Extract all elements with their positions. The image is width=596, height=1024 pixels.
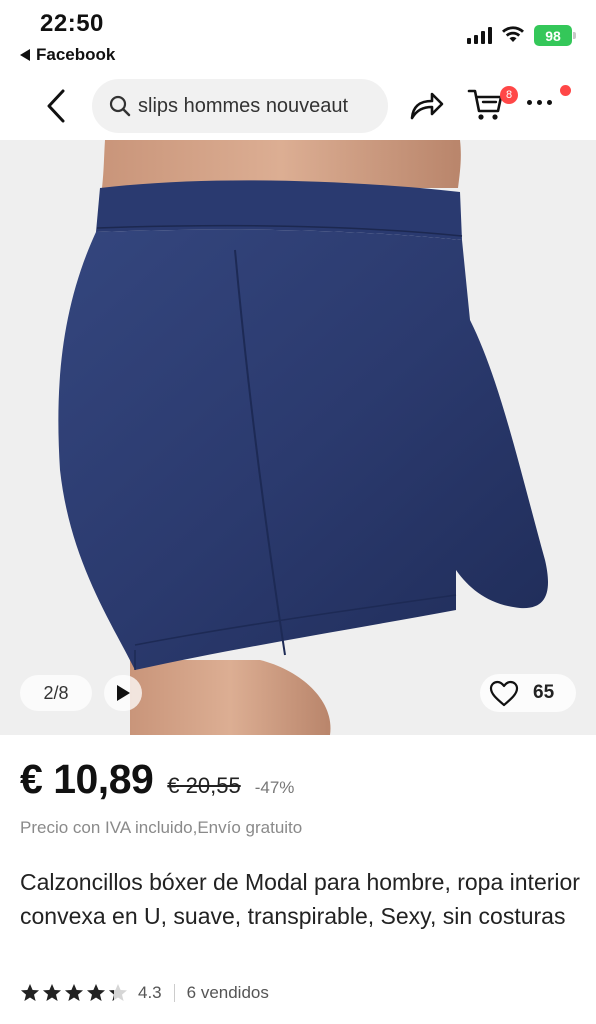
battery-indicator: 98	[534, 25, 576, 46]
star-icon	[65, 984, 83, 1001]
price-row: € 10,89 € 20,55 -47%	[20, 756, 294, 803]
back-button[interactable]	[36, 84, 76, 128]
play-icon	[117, 685, 130, 701]
tax-shipping-note: Precio con IVA incluido,Envío gratuito	[20, 818, 303, 837]
star-icon	[109, 984, 127, 1001]
heart-icon	[489, 680, 519, 706]
status-bar: 22:50 Facebook 98	[0, 0, 596, 70]
rating-row[interactable]: 4.3 6 vendidos	[20, 980, 269, 1006]
back-app-label: Facebook	[36, 45, 116, 64]
star-icon	[43, 984, 61, 1001]
rating-stars	[20, 983, 128, 1003]
product-title: Calzoncillos bóxer de Modal para hombre,…	[20, 869, 580, 929]
cellular-signal-icon	[467, 26, 492, 44]
top-nav-bar: slips hommes nouveaut 8	[0, 76, 596, 136]
image-counter: 2/8	[20, 675, 92, 711]
back-to-app-link[interactable]: Facebook	[20, 45, 115, 65]
wishlist-count: 65	[533, 682, 555, 703]
current-price: € 10,89	[20, 756, 154, 802]
divider	[173, 984, 175, 1002]
wishlist-button[interactable]: 65	[480, 674, 576, 712]
notification-dot	[560, 85, 571, 96]
search-query: slips hommes nouveaut	[138, 94, 349, 117]
share-icon[interactable]	[408, 88, 446, 122]
more-icon[interactable]	[527, 92, 557, 112]
search-input[interactable]: slips hommes nouveaut	[92, 79, 388, 133]
search-icon	[109, 95, 131, 117]
play-video-button[interactable]	[104, 675, 142, 711]
wifi-icon	[502, 26, 524, 42]
original-price: € 20,55	[167, 773, 241, 798]
back-icon	[47, 89, 65, 123]
star-icon	[21, 984, 39, 1001]
back-triangle-icon	[20, 49, 30, 61]
rating-value: 4.3	[138, 983, 162, 1002]
product-image[interactable]	[0, 140, 596, 735]
discount-badge: -47%	[254, 778, 295, 797]
status-time: 22:50	[40, 10, 104, 37]
cart-count-badge: 8	[500, 86, 518, 104]
product-photo	[0, 140, 596, 735]
sold-count: 6 vendidos	[186, 983, 269, 1002]
star-icon	[87, 984, 105, 1001]
